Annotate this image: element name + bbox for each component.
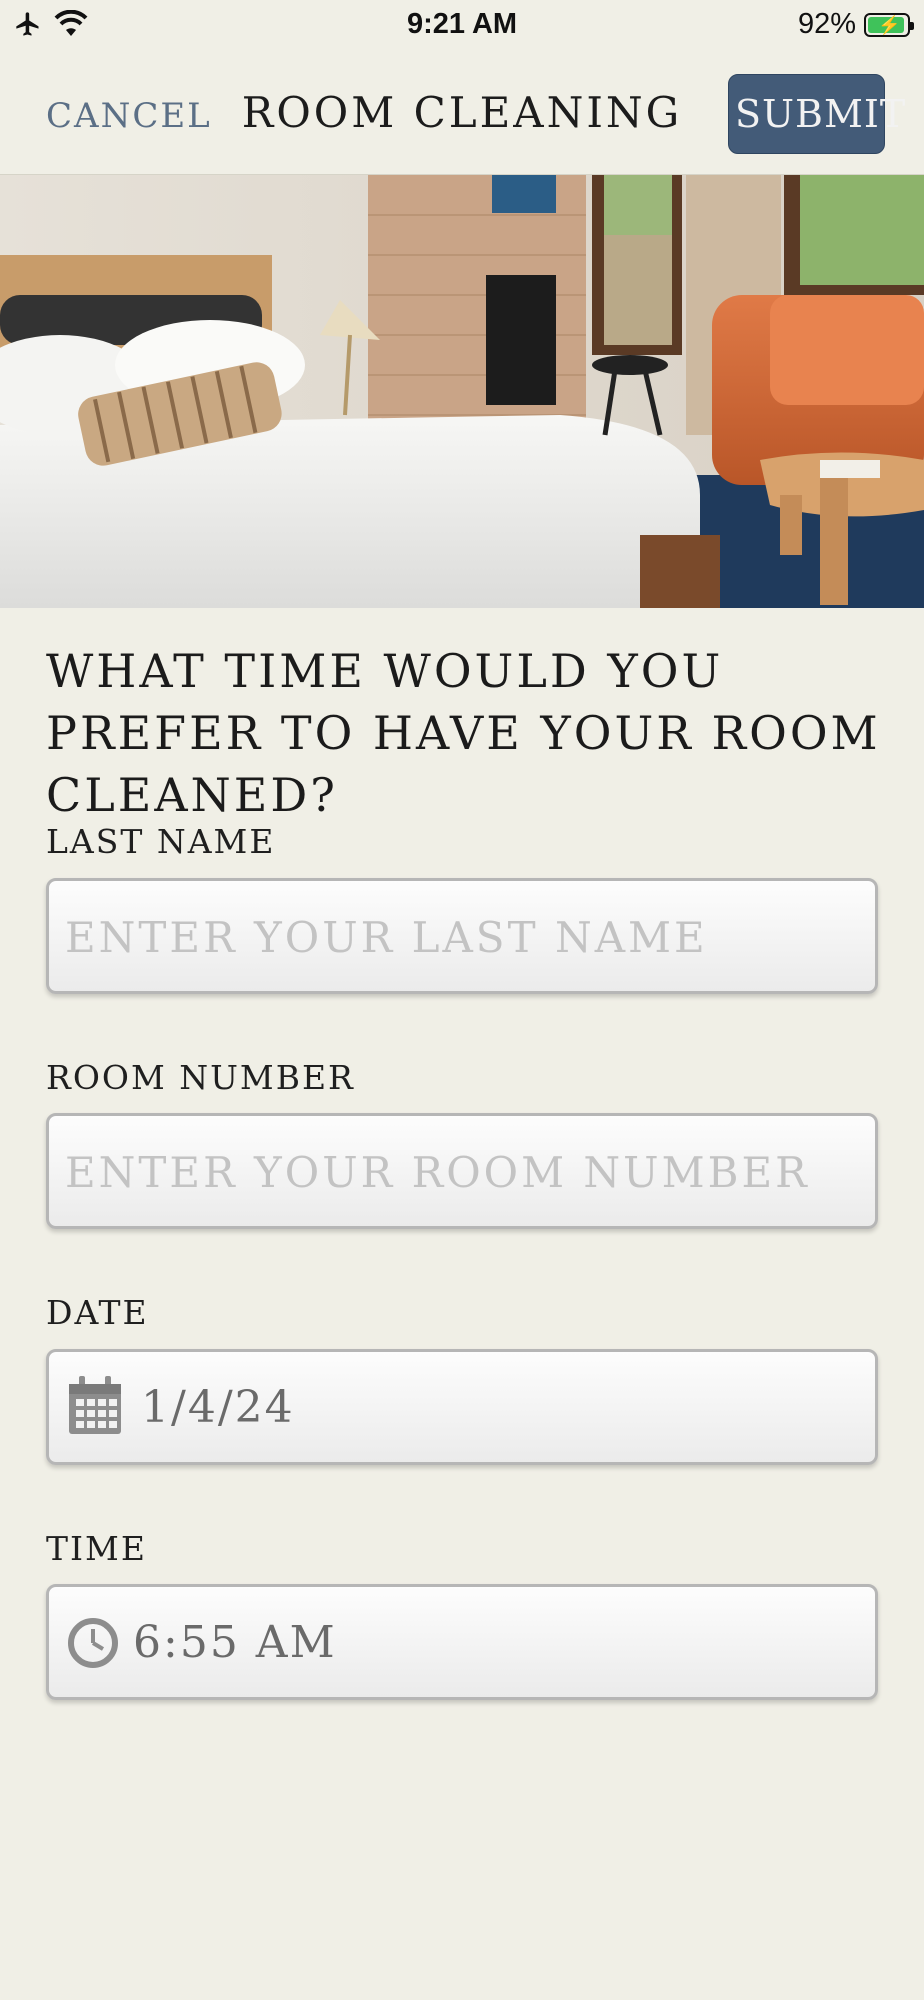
calendar-icon [69, 1376, 121, 1434]
time-picker[interactable]: 6:55 AM [46, 1584, 878, 1700]
room-number-label: ROOM NUMBER [46, 1058, 355, 1097]
date-label: DATE [46, 1293, 149, 1332]
nav-bar: CANCEL ROOM CLEANING SUBMIT [0, 56, 924, 175]
hotel-room-illustration [0, 175, 924, 608]
battery-percent: 92% [797, 8, 856, 40]
status-right: 92% ⚡ [797, 8, 914, 41]
hotel-room-photo [0, 175, 924, 608]
last-name-label: LAST NAME [46, 822, 276, 861]
room-number-field-container[interactable] [46, 1113, 878, 1229]
date-picker[interactable]: 1/4/24 [46, 1349, 878, 1465]
clock-icon [68, 1618, 118, 1668]
submit-button[interactable]: SUBMIT [728, 74, 905, 154]
question-heading: WHAT TIME WOULD YOU PREFER TO HAVE YOUR … [46, 644, 881, 822]
last-name-field-container[interactable] [46, 878, 878, 994]
time-label: TIME [46, 1529, 147, 1568]
battery-charging-icon: ⚡ [864, 12, 914, 37]
status-bar: 9:21 AM 92% ⚡ [0, 0, 924, 56]
time-value: 6:55 AM [133, 1617, 337, 1668]
last-name-input[interactable] [63, 881, 867, 993]
status-time: 9:21 AM [406, 8, 518, 40]
date-value: 1/4/24 [141, 1382, 295, 1433]
room-number-input[interactable] [63, 1116, 867, 1228]
